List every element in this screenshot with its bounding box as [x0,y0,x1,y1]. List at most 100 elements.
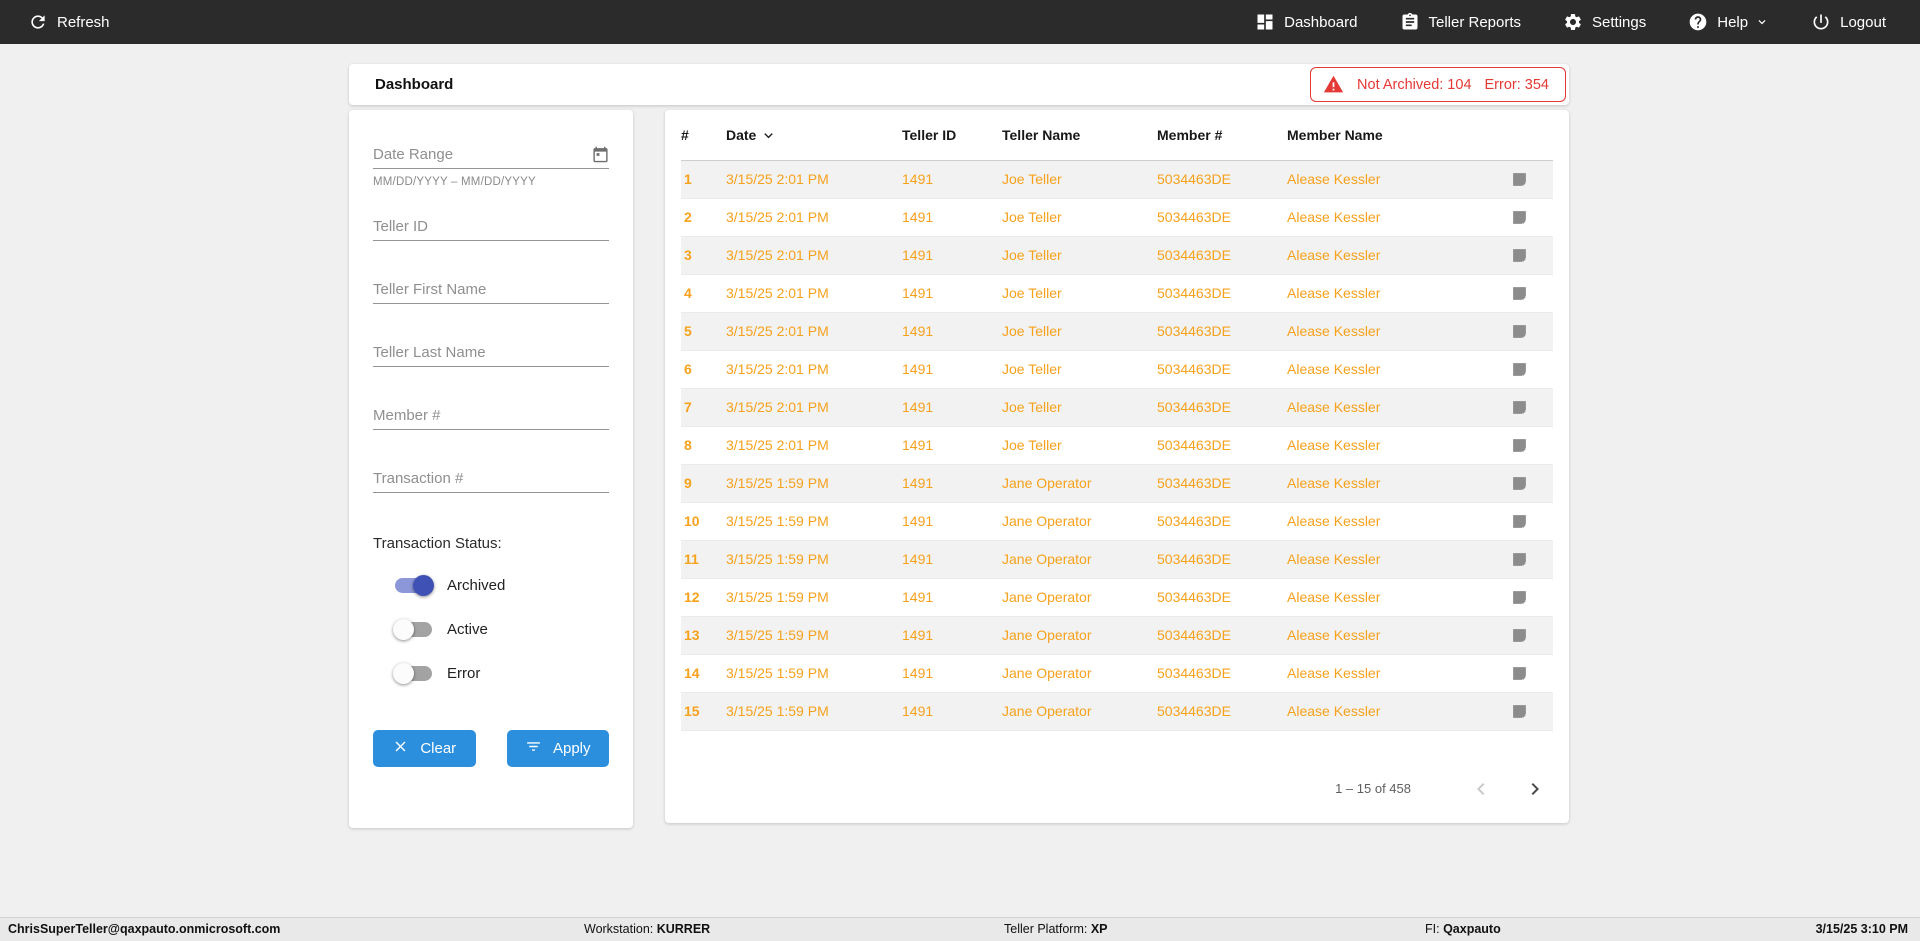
note-icon[interactable] [1511,360,1528,376]
cell-date: 3/15/25 2:01 PM [726,361,829,377]
cell-row-number: 3 [684,247,692,263]
transactions-table-card: # Date Teller ID Teller Name Member # Me… [665,110,1569,823]
note-icon[interactable] [1511,436,1528,452]
table-row[interactable]: 1 3/15/25 2:01 PM 1491 Joe Teller 5034463DE A… [681,160,1553,198]
cell-member-name: Alease Kessler [1287,551,1381,567]
note-icon[interactable] [1511,550,1528,566]
note-icon[interactable] [1511,512,1528,528]
note-icon[interactable] [1511,322,1528,338]
cell-teller-id: 1491 [902,361,934,377]
cell-teller-name: Joe Teller [1002,171,1062,187]
note-icon[interactable] [1511,284,1528,300]
refresh-button[interactable]: Refresh [28,12,110,32]
page-header: Dashboard Not Archived: 104 Error: 354 [349,64,1569,105]
table-row[interactable]: 3 3/15/25 2:01 PM 1491 Joe Teller 5034463DE A… [681,236,1553,274]
note-icon[interactable] [1511,246,1528,262]
cell-member-name: Alease Kessler [1287,475,1381,491]
cell-teller-name: Joe Teller [1002,209,1062,225]
workstation-status: Workstation: KURRER [584,918,710,941]
table-row[interactable]: 10 3/15/25 1:59 PM 1491 Jane Operator 503446… [681,502,1553,540]
table-row[interactable]: 4 3/15/25 2:01 PM 1491 Joe Teller 5034463DE A… [681,274,1553,312]
fi-label: FI: [1425,922,1444,936]
member-number-input[interactable] [373,407,609,424]
calendar-icon[interactable] [592,146,609,163]
transactions-table: # Date Teller ID Teller Name Member # Me… [681,110,1553,731]
error-alert-badge[interactable]: Not Archived: 104 Error: 354 [1310,67,1566,102]
logged-in-user: ChrisSuperTeller@qaxpauto.onmicrosoft.co… [8,922,281,936]
cell-member-num: 5034463DE [1157,247,1231,263]
date-range-field-group: MM/DD/YYYY – MM/DD/YYYY [373,146,609,188]
note-icon[interactable] [1511,474,1528,490]
warning-icon [1323,74,1344,95]
cell-teller-id: 1491 [902,665,934,681]
note-icon[interactable] [1511,664,1528,680]
cell-member-name: Alease Kessler [1287,399,1381,415]
cell-member-num: 5034463DE [1157,475,1231,491]
clear-button[interactable]: Clear [373,730,476,767]
cell-member-num: 5034463DE [1157,513,1231,529]
cell-member-name: Alease Kessler [1287,285,1381,301]
teller-last-name-input[interactable] [373,344,609,361]
cell-row-number: 11 [684,551,699,567]
fi-value: Qaxpauto [1443,922,1501,936]
note-icon[interactable] [1511,588,1528,604]
transaction-number-input[interactable] [373,470,609,487]
nav-logout[interactable]: Logout [1811,12,1886,32]
nav-dashboard-label: Dashboard [1284,13,1358,31]
cell-row-number: 6 [684,361,692,377]
next-page-button[interactable] [1523,777,1547,801]
cell-member-num: 5034463DE [1157,323,1231,339]
table-row[interactable]: 5 3/15/25 2:01 PM 1491 Joe Teller 5034463DE A… [681,312,1553,350]
note-icon[interactable] [1511,170,1528,186]
error-toggle-label: Error [447,664,481,682]
table-row[interactable]: 15 3/15/25 1:59 PM 1491 Jane Operator 503446… [681,692,1553,730]
error-toggle[interactable] [393,662,432,684]
nav-help-label: Help [1717,13,1749,31]
archived-toggle[interactable] [395,574,434,596]
cell-teller-name: Jane Operator [1002,627,1092,643]
cell-teller-name: Jane Operator [1002,475,1092,491]
cell-teller-name: Joe Teller [1002,323,1062,339]
cell-member-num: 5034463DE [1157,361,1231,377]
cell-row-number: 10 [684,513,700,529]
table-row[interactable]: 8 3/15/25 2:01 PM 1491 Joe Teller 5034463DE A… [681,426,1553,464]
toggle-knob [393,618,414,640]
note-icon[interactable] [1511,208,1528,224]
teller-id-field-group [373,218,609,241]
chevron-right-icon [1531,782,1539,795]
chevron-down-icon [1755,15,1769,29]
table-row[interactable]: 12 3/15/25 1:59 PM 1491 Jane Operator 503446… [681,578,1553,616]
cell-member-name: Alease Kessler [1287,171,1381,187]
cell-row-number: 14 [684,665,700,681]
note-icon[interactable] [1511,626,1528,642]
table-row[interactable]: 7 3/15/25 2:01 PM 1491 Joe Teller 5034463DE A… [681,388,1553,426]
toggle-row-error: Error [393,662,609,684]
nav-settings[interactable]: Settings [1563,12,1646,32]
table-row[interactable]: 9 3/15/25 1:59 PM 1491 Jane Operator 5034463… [681,464,1553,502]
previous-page-button[interactable] [1469,777,1493,801]
cell-teller-id: 1491 [902,627,934,643]
nav-teller-reports[interactable]: Teller Reports [1400,12,1521,32]
column-header-date[interactable]: Date [726,110,902,161]
note-icon[interactable] [1511,702,1528,718]
filter-panel: MM/DD/YYYY – MM/DD/YYYY Transaction Stat… [349,110,633,828]
active-toggle[interactable] [393,618,432,640]
table-row[interactable]: 14 3/15/25 1:59 PM 1491 Jane Operator 503446… [681,654,1553,692]
note-icon[interactable] [1511,398,1528,414]
nav-logout-label: Logout [1840,13,1886,31]
cell-teller-id: 1491 [902,513,934,529]
table-row[interactable]: 13 3/15/25 1:59 PM 1491 Jane Operator 503446… [681,616,1553,654]
apply-button[interactable]: Apply [506,730,609,767]
cell-member-num: 5034463DE [1157,285,1231,301]
column-header-date-label: Date [726,126,757,143]
error-count: Error: 354 [1484,76,1549,93]
teller-id-input[interactable] [373,218,609,235]
nav-help[interactable]: Help [1688,12,1769,32]
teller-first-name-input[interactable] [373,281,609,298]
apply-button-label: Apply [552,740,591,757]
table-row[interactable]: 6 3/15/25 2:01 PM 1491 Joe Teller 5034463DE A… [681,350,1553,388]
date-range-input[interactable] [373,146,592,163]
nav-dashboard[interactable]: Dashboard [1255,12,1358,32]
table-row[interactable]: 11 3/15/25 1:59 PM 1491 Jane Operator 503446… [681,540,1553,578]
table-row[interactable]: 2 3/15/25 2:01 PM 1491 Joe Teller 5034463DE A… [681,198,1553,236]
